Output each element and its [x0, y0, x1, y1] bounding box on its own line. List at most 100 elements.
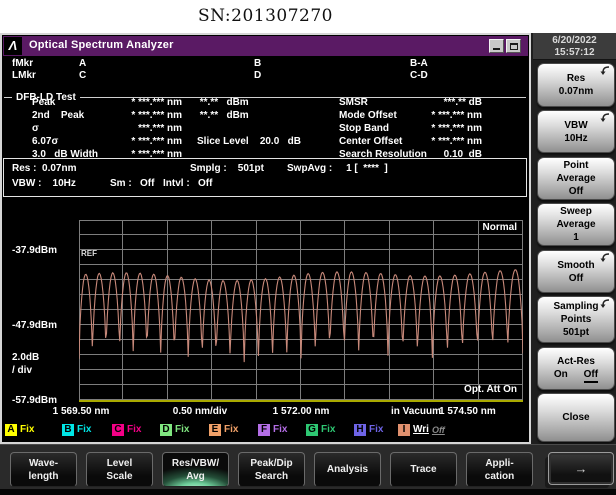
trace-f-swatch: F	[258, 423, 270, 436]
trace-i-legend[interactable]: I Wri Off	[398, 423, 445, 436]
fmkr-a: A	[79, 58, 87, 69]
submenu-arrow-icon	[600, 66, 610, 75]
datetime-display: 6/20/2022 15:57:12	[533, 33, 616, 60]
analysis-row-value: * ***.*** nm	[131, 110, 182, 121]
trace-b-swatch: B	[62, 423, 74, 436]
act-res-off-option[interactable]: Off	[583, 368, 599, 383]
bottom-edge	[0, 489, 616, 495]
smooth-button[interactable]: Smooth Off	[537, 250, 615, 293]
trace-e-legend[interactable]: E Fix	[209, 423, 238, 436]
trace-g-swatch: G	[306, 423, 318, 436]
menu-peak-dip-search-button[interactable]: Peak/Dip Search	[238, 452, 305, 487]
analysis-row-value3: * ***.*** nm	[431, 123, 482, 134]
analysis-row-value: * ***.*** nm	[131, 136, 182, 147]
trace-e-swatch: E	[209, 423, 221, 436]
analysis-row-value3: * ***.*** nm	[431, 136, 482, 147]
trace-c-swatch: C	[112, 423, 124, 436]
act-res-on-option[interactable]: On	[554, 368, 568, 383]
ref-level-label: REF	[81, 249, 97, 258]
submenu-arrow-icon	[600, 113, 610, 122]
fmkr-b: B	[254, 58, 262, 69]
analysis-row-label: 2nd Peak	[32, 110, 85, 121]
trace-a-legend[interactable]: A Fix	[5, 423, 34, 436]
trace-h-legend[interactable]: H Fix	[354, 423, 383, 436]
analysis-row-value3: * ***.*** nm	[431, 110, 482, 121]
analysis-row-label2: Mode Offset	[339, 110, 397, 121]
minimize-icon	[493, 48, 500, 50]
analysis-row-label2: Stop Band	[339, 123, 389, 134]
y-label-mid: -47.9dBm	[12, 320, 58, 331]
close-button[interactable]: Close	[537, 393, 615, 442]
vacuum-label: in Vacuum	[390, 406, 442, 417]
x-start-label: 1 569.50 nm	[52, 406, 110, 417]
status-swpavg: SwpAvg : 1 [ **** ]	[287, 163, 388, 174]
sampling-points-button[interactable]: Sampling Points 501pt	[537, 296, 615, 343]
status-sm: Sm : Off	[110, 178, 155, 189]
y-label-ref: -37.9dBm	[12, 245, 58, 256]
act-res-button[interactable]: Act-Res On Off	[537, 347, 615, 390]
trace-b-legend[interactable]: B Fix	[62, 423, 91, 436]
x-center-label: 1 572.00 nm	[272, 406, 330, 417]
trace-i-status: Off	[431, 424, 445, 435]
sweep-average-button[interactable]: Sweep Average 1	[537, 203, 615, 246]
fmkr-label: fMkr	[12, 58, 34, 69]
analysis-row-value2: **.** dBm	[197, 110, 249, 121]
lmkr-c: C	[79, 70, 87, 81]
menu-application-button[interactable]: Appli-cation	[466, 452, 533, 487]
analysis-row-value: ***.*** nm	[138, 123, 182, 134]
trace-d-swatch: D	[160, 423, 172, 436]
fmkr-ba: B-A	[410, 58, 428, 69]
separator-line	[4, 97, 12, 98]
spectrum-trace-svg	[79, 220, 523, 400]
axis-baseline	[79, 400, 523, 402]
analysis-row-value2: Slice Level 20.0 dB	[197, 136, 301, 147]
status-vbw: VBW : 10Hz	[12, 178, 76, 189]
serial-number-label: SN:201307270	[198, 6, 333, 26]
trace-a-swatch: A	[5, 423, 17, 436]
sn-strip: SN:201307270	[0, 0, 616, 33]
analysis-row-label2: SMSR	[339, 97, 368, 108]
point-average-button[interactable]: Point Average Off	[537, 157, 615, 200]
lmkr-label: LMkr	[12, 70, 36, 81]
lmkr-d: D	[254, 70, 262, 81]
osa-window: Λ Optical Spectrum Analyzer fMkr A B B-A…	[0, 33, 531, 444]
trace-i-swatch: I	[398, 423, 410, 436]
maximize-icon	[510, 43, 518, 50]
menu-wavelength-button[interactable]: Wave-length	[10, 452, 77, 487]
x-stop-label: 1 574.50 nm	[439, 406, 496, 417]
trace-g-legend[interactable]: G Fix	[306, 423, 335, 436]
y-scale-label2: / div	[12, 365, 33, 376]
analysis-row-value2: **.** dBm	[197, 97, 249, 108]
anritsu-logo-icon: Λ	[4, 37, 22, 55]
menu-trace-button[interactable]: Trace	[390, 452, 457, 487]
time-text: 15:57:12	[554, 47, 595, 58]
res-button[interactable]: Res 0.07nm	[537, 63, 615, 107]
status-smplg: Smplg : 501pt	[190, 163, 264, 174]
menu-analysis-button[interactable]: Analysis	[314, 452, 381, 487]
analysis-row-label: 6.07σ	[32, 136, 59, 147]
trace-d-legend[interactable]: D Fix	[160, 423, 189, 436]
submenu-arrow-icon	[600, 299, 610, 308]
trace-f-legend[interactable]: F Fix	[258, 423, 287, 436]
window-title-bar: Λ Optical Spectrum Analyzer	[3, 36, 528, 56]
opt-att-label: Opt. Att On	[464, 384, 517, 395]
trace-c-legend[interactable]: C Fix	[112, 423, 141, 436]
analysis-row-value3: ***.** dB	[443, 97, 482, 108]
analysis-row-label: σ	[32, 123, 39, 134]
status-box	[3, 158, 527, 197]
analysis-row-label: Peak	[32, 97, 56, 108]
minimize-button[interactable]	[489, 39, 504, 53]
lmkr-cd: C-D	[410, 70, 428, 81]
maximize-button[interactable]	[506, 39, 521, 53]
menu-level-scale-button[interactable]: Level Scale	[86, 452, 153, 487]
status-intvl: Intvl : Off	[163, 178, 213, 189]
trace-h-swatch: H	[354, 423, 366, 436]
more-menu-button[interactable]: →	[548, 452, 614, 485]
x-div-label: 0.50 nm/div	[172, 406, 228, 417]
analysis-row-value: * ***.*** nm	[131, 97, 182, 108]
menu-res-vbw-avg-button[interactable]: Res/VBW/Avg	[162, 452, 229, 487]
trace-mode-label: Normal	[482, 222, 517, 233]
vbw-button[interactable]: VBW 10Hz	[537, 110, 615, 153]
submenu-arrow-icon	[600, 253, 610, 262]
spectrum-plot: REF Normal Opt. Att On	[79, 220, 523, 400]
